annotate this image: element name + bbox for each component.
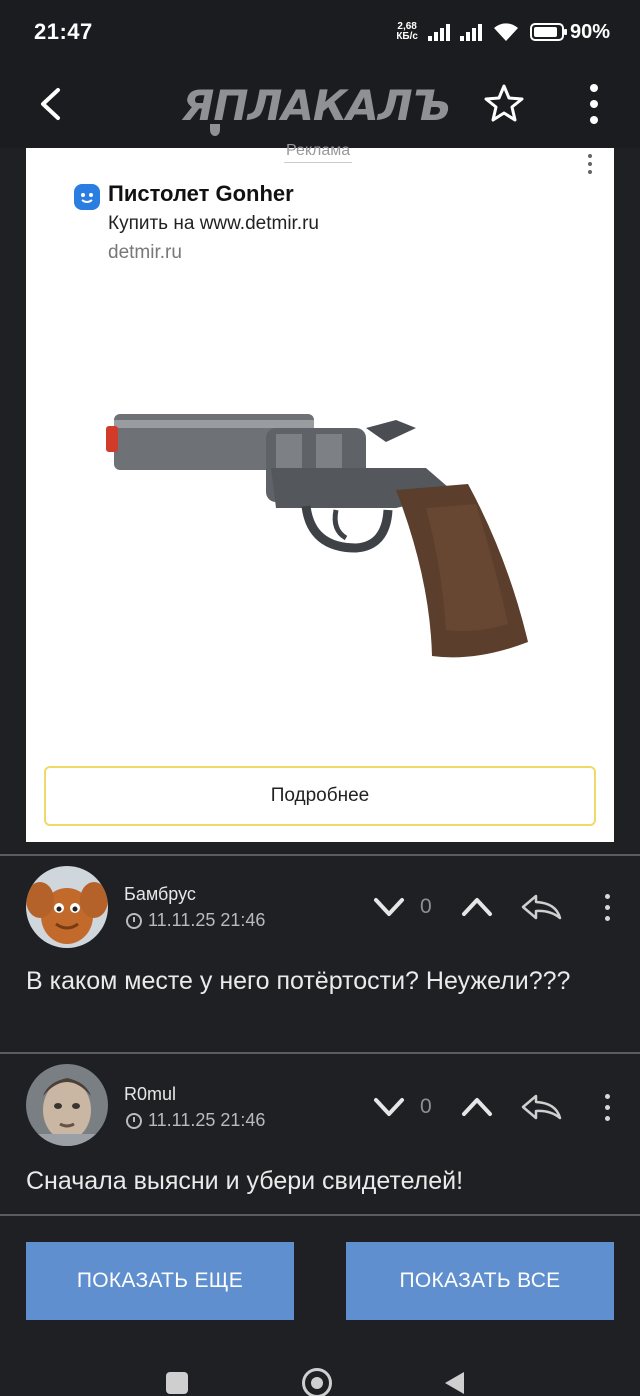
nav-back-icon[interactable] (442, 1370, 466, 1396)
vote-down-icon[interactable] (372, 892, 406, 922)
wifi-icon (493, 23, 518, 41)
net-speed: 2,68 КБ/с (396, 22, 418, 42)
ad-more-icon[interactable] (588, 154, 592, 174)
signal-icon (427, 23, 450, 41)
status-indicators: 2,68 КБ/с 90% (396, 21, 610, 44)
app-bar: ЯПЛАКАЛЪ (0, 64, 640, 148)
comment: Бамбрус 11.11.25 21:46 0 В каком месте у… (0, 856, 640, 1052)
net-speed-unit: КБ/с (396, 31, 418, 42)
star-icon[interactable] (483, 82, 525, 126)
vote-count: 0 (420, 1095, 432, 1118)
avatar[interactable] (26, 866, 108, 948)
recents-icon[interactable] (166, 1372, 188, 1394)
battery: 90% (529, 20, 610, 44)
status-time: 21:47 (34, 19, 93, 44)
avatar[interactable] (26, 1064, 108, 1146)
show-all-button[interactable]: ПОКАЗАТЬ ВСЕ (346, 1242, 614, 1320)
ad-subtitle: Купить на www.detmir.ru (108, 213, 319, 234)
comment-date-text: 11.11.25 21:46 (148, 910, 266, 930)
vote-up-icon[interactable] (460, 892, 494, 922)
status-bar: 21:47 2,68 КБ/с 90% (0, 0, 640, 64)
ad-card[interactable]: Реклама Пистолет Gonher Купить на www.de… (26, 142, 614, 842)
home-icon[interactable] (302, 1368, 332, 1396)
vote-count: 0 (420, 895, 432, 918)
back-arrow-icon[interactable] (30, 82, 70, 126)
comment-more-icon[interactable] (602, 894, 612, 924)
ad-details-button[interactable]: Подробнее (44, 766, 596, 826)
comment-author[interactable]: Бамбрус (124, 884, 196, 905)
signal-icon (459, 23, 482, 41)
clock-icon (126, 1112, 142, 1129)
comment: R0mul 11.11.25 21:46 0 Сначала выясни и … (0, 1054, 640, 1214)
comment-text: Сначала выясни и убери свидетелей! (26, 1167, 464, 1195)
battery-icon (529, 23, 567, 41)
vote-up-icon[interactable] (460, 1092, 494, 1122)
site-logo[interactable]: ЯПЛАКАЛЪ (182, 78, 462, 136)
ad-label: Реклама (284, 142, 353, 163)
ad-brand-icon (74, 184, 100, 210)
more-vertical-icon[interactable] (578, 80, 610, 128)
show-more-button[interactable]: ПОКАЗАТЬ ЕЩЕ (26, 1242, 294, 1320)
ad-title[interactable]: Пистолет Gonher (108, 181, 294, 207)
comment-text: В каком месте у него потёртости? Неужели… (26, 967, 571, 995)
divider (0, 1214, 640, 1216)
reply-icon[interactable] (520, 1092, 564, 1122)
vote-down-icon[interactable] (372, 1092, 406, 1122)
reply-icon[interactable] (520, 892, 564, 922)
page: 21:47 2,68 КБ/с 90% ЯПЛАКАЛЪ Реклама Пис… (0, 0, 640, 1396)
battery-percent: 90% (569, 20, 610, 43)
revolver-image[interactable] (96, 398, 536, 678)
comment-date: 11.11.25 21:46 (126, 910, 265, 931)
clock-icon (126, 912, 142, 929)
logo-text: ЯПЛАКАЛЪ (182, 80, 451, 130)
comment-author[interactable]: R0mul (124, 1084, 176, 1105)
ad-domain: detmir.ru (108, 242, 182, 263)
system-nav-bar (0, 1346, 640, 1396)
comment-date-text: 11.11.25 21:46 (148, 1110, 266, 1130)
comment-date: 11.11.25 21:46 (126, 1110, 265, 1131)
comment-more-icon[interactable] (602, 1094, 612, 1124)
